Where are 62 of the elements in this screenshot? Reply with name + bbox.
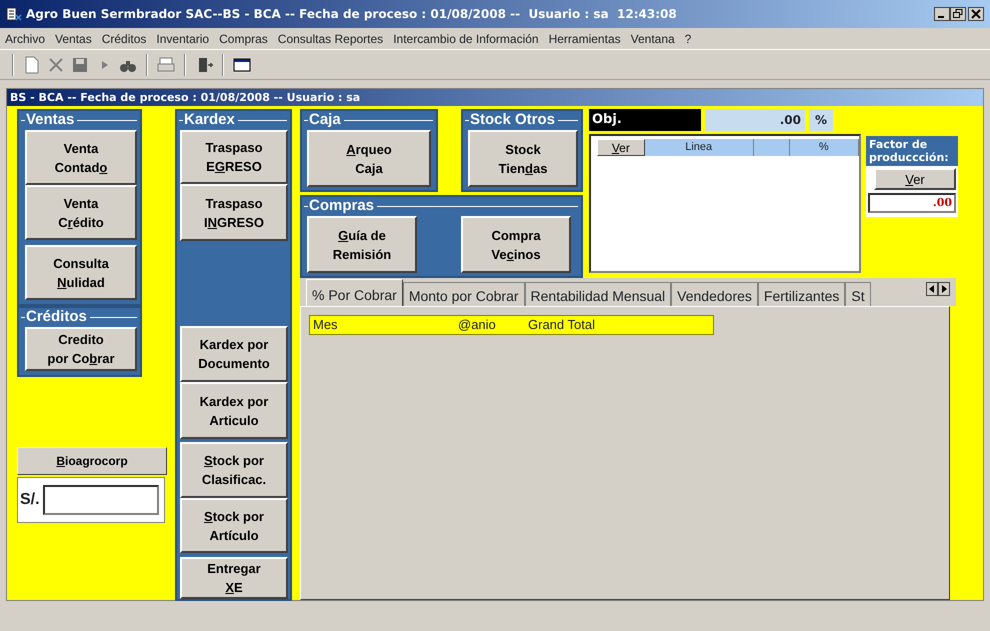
menu-item[interactable]: ? xyxy=(680,30,696,48)
tab[interactable]: Rentabilidad Mensual xyxy=(524,282,672,306)
amount-field[interactable] xyxy=(42,485,159,515)
menu-item[interactable]: Herramientas xyxy=(544,30,626,48)
objective-field[interactable]: .00 xyxy=(705,109,805,131)
currency-label: S/. xyxy=(20,491,40,509)
group-title: Compras xyxy=(309,197,374,216)
action-button[interactable]: Entregar XE xyxy=(180,556,288,599)
menu-item[interactable]: Consultas Reportes xyxy=(272,30,388,48)
action-button[interactable]: Guía de Remisión xyxy=(307,216,417,273)
app-icon xyxy=(6,7,22,21)
pivot-header: Grand Total xyxy=(525,316,713,334)
pivot-header: Mes xyxy=(310,316,455,334)
action-button[interactable]: Kardex por Articulo xyxy=(180,382,288,439)
factor-title: Factor de produccción: xyxy=(866,136,958,166)
action-button[interactable]: Consulta Nulidad xyxy=(25,245,137,300)
action-button[interactable]: Venta Contado xyxy=(25,130,137,185)
restore-icon[interactable] xyxy=(950,7,966,21)
tab[interactable]: Monto por Cobrar xyxy=(402,282,525,306)
column-header: % xyxy=(790,139,859,156)
group-title: Ventas xyxy=(26,111,74,130)
menu-item[interactable]: Inventario xyxy=(151,30,214,48)
action-button[interactable]: Stock Tiendas xyxy=(468,130,578,187)
child-window-title: BS - BCA -- Fecha de proceso : 01/08/2008 -- Usuario : sa xyxy=(7,89,983,106)
menu-item[interactable]: Créditos xyxy=(96,30,152,48)
tab[interactable]: St xyxy=(845,282,871,306)
menu-item[interactable]: Ventas xyxy=(50,30,97,48)
scroll-left-icon[interactable] xyxy=(926,282,938,296)
printer-icon[interactable] xyxy=(156,54,176,74)
tab[interactable]: % Por Cobrar xyxy=(306,279,403,306)
factor-value: .00 xyxy=(868,193,956,213)
view-button[interactable]: Ver xyxy=(597,139,645,156)
bioagrocorp-button[interactable]: Bioagrocorp xyxy=(17,447,167,475)
tab[interactable]: Fertilizantes xyxy=(758,282,846,306)
close-icon[interactable] xyxy=(968,7,984,21)
menu-item[interactable]: Intercambio de Información xyxy=(388,30,544,48)
view-button[interactable]: Ver xyxy=(874,168,956,190)
menu-item[interactable]: Ventana xyxy=(626,30,680,48)
percent-unit: % xyxy=(809,109,833,131)
action-button[interactable]: Traspaso EGRESO xyxy=(180,130,288,184)
action-button[interactable]: Compra Vecinos xyxy=(461,216,571,273)
scroll-right-icon[interactable] xyxy=(938,282,950,296)
column-header xyxy=(754,139,790,156)
column-header: Linea xyxy=(644,139,754,156)
minimize-icon[interactable] xyxy=(934,7,950,21)
action-button[interactable]: Stock por Clasificac. xyxy=(180,442,288,498)
group-title: Stock Otros xyxy=(470,111,556,130)
pivot-header: @anio xyxy=(455,316,525,334)
action-button[interactable]: Venta Crédito xyxy=(25,185,137,240)
action-button[interactable]: Arqueo Caja xyxy=(307,130,431,187)
window-title: Agro Buen Sermbrador SAC--BS - BCA -- Fecha de proceso : 01/08/2008 -- Usuario : sa 12:43:08 xyxy=(26,7,677,21)
objective-label: Obj. xyxy=(589,109,701,131)
menu-item[interactable]: Compras xyxy=(214,30,273,48)
group-title: Créditos xyxy=(26,308,87,327)
group-title: Kardex xyxy=(184,111,235,130)
action-button[interactable]: Stock por Artículo xyxy=(180,498,288,553)
group-title: Caja xyxy=(309,111,341,130)
action-button[interactable]: Traspaso INGRESO xyxy=(180,184,288,241)
action-button[interactable]: Kardex por Documento xyxy=(180,326,288,382)
action-button[interactable]: Credito por Cobrar xyxy=(25,327,137,371)
tab[interactable]: Vendedores xyxy=(671,282,758,306)
menu-item[interactable]: Archivo xyxy=(0,30,50,48)
